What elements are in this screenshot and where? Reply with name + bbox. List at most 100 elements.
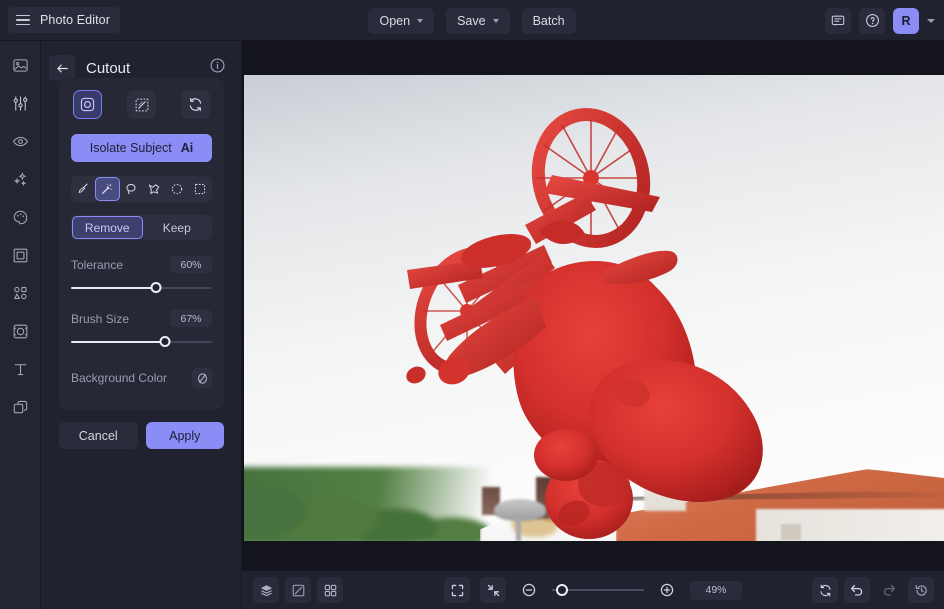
text-icon xyxy=(12,361,29,378)
cutout-icon xyxy=(12,323,29,340)
reset-button[interactable] xyxy=(812,577,838,603)
redo-button[interactable] xyxy=(876,577,902,603)
zoom-slider-knob[interactable] xyxy=(556,584,568,596)
top-bar-right-actions: R xyxy=(825,0,935,41)
comment-button[interactable] xyxy=(825,8,851,34)
help-circle-icon xyxy=(865,13,880,28)
keep-option[interactable]: Keep xyxy=(143,216,212,239)
sidebar-item-retouch[interactable] xyxy=(6,127,34,155)
brush-tool-button[interactable] xyxy=(72,177,95,201)
save-label: Save xyxy=(457,14,486,28)
bottom-bar: 49% xyxy=(242,570,944,609)
selected-subject-overlay xyxy=(244,75,944,541)
help-button[interactable] xyxy=(859,8,885,34)
sidebar-item-frame[interactable] xyxy=(6,241,34,269)
grid-button[interactable] xyxy=(317,577,343,603)
history-button[interactable] xyxy=(908,577,934,603)
sidebar-item-effects[interactable] xyxy=(6,165,34,193)
bottom-left-tools xyxy=(253,577,343,603)
save-button[interactable]: Save xyxy=(446,8,510,34)
zoom-slider[interactable] xyxy=(552,583,644,597)
brush-size-slider[interactable] xyxy=(71,336,212,348)
tolerance-label: Tolerance xyxy=(71,258,123,272)
isolate-subject-button[interactable]: Isolate Subject Ai xyxy=(71,134,212,162)
brush-size-label: Brush Size xyxy=(71,312,129,326)
refresh-icon xyxy=(187,96,204,113)
redo-icon xyxy=(881,582,897,598)
page-title: Cutout xyxy=(86,60,209,77)
ai-badge: Ai xyxy=(181,141,194,155)
background-color-swatch[interactable] xyxy=(192,368,212,388)
zoom-in-button[interactable] xyxy=(654,577,680,603)
rider-arm-right xyxy=(604,251,678,285)
lasso-tool-button[interactable] xyxy=(120,177,143,201)
sidebar-item-shapes[interactable] xyxy=(6,279,34,307)
frame-icon xyxy=(12,247,29,264)
cutout-panel: Cutout xyxy=(41,41,242,609)
zoom-level-value[interactable]: 49% xyxy=(690,581,742,600)
tolerance-knob[interactable] xyxy=(150,282,161,293)
ellipse-select-icon xyxy=(170,182,184,196)
refresh-mode-button[interactable] xyxy=(181,90,210,119)
photo-image xyxy=(244,75,944,541)
sidebar-item-cutout[interactable] xyxy=(6,317,34,345)
remove-option[interactable]: Remove xyxy=(72,216,143,239)
cancel-button[interactable]: Cancel xyxy=(59,422,138,449)
transparency-button[interactable] xyxy=(285,577,311,603)
sidebar-item-adjust[interactable] xyxy=(6,89,34,117)
tolerance-fill xyxy=(71,287,156,289)
layers-copy-icon xyxy=(12,399,29,416)
tolerance-value: 60% xyxy=(170,256,212,273)
magic-wand-icon xyxy=(100,182,114,196)
polygon-lasso-tool-button[interactable] xyxy=(142,177,165,201)
arrow-left-icon xyxy=(55,61,70,76)
app-title: Photo Editor xyxy=(40,13,110,27)
rect-marquee-tool-button[interactable] xyxy=(188,177,211,201)
apply-button[interactable]: Apply xyxy=(146,422,225,449)
tolerance-slider[interactable] xyxy=(71,282,212,294)
sidebar-item-color[interactable] xyxy=(6,203,34,231)
avatar[interactable]: R xyxy=(893,8,919,34)
batch-button[interactable]: Batch xyxy=(522,8,576,34)
panel-actions: Cancel Apply xyxy=(59,422,224,449)
hamburger-icon xyxy=(16,15,30,26)
brush-size-knob[interactable] xyxy=(160,336,171,347)
subject-mode-button[interactable] xyxy=(73,90,102,119)
bottom-right-tools xyxy=(812,577,934,603)
refresh-icon xyxy=(818,583,833,598)
transparency-icon xyxy=(134,97,150,113)
canvas-area[interactable] xyxy=(242,41,944,570)
history-icon xyxy=(914,583,929,598)
photo-editor-window: Photo Editor Open Save Batch xyxy=(0,0,944,609)
cutout-settings-card: Isolate Subject Ai xyxy=(59,78,224,410)
sliders-icon xyxy=(12,95,29,112)
undo-button[interactable] xyxy=(844,577,870,603)
sidebar-item-text[interactable] xyxy=(6,355,34,383)
brush-icon xyxy=(76,182,90,196)
account-chevron-down-icon[interactable] xyxy=(927,19,935,23)
ellipse-select-tool-button[interactable] xyxy=(165,177,188,201)
shapes-icon xyxy=(12,285,29,302)
background-color-row: Background Color xyxy=(71,368,212,388)
batch-label: Batch xyxy=(533,14,565,28)
fit-screen-icon xyxy=(450,583,465,598)
app-menu-button[interactable]: Photo Editor xyxy=(8,7,120,33)
zoom-out-button[interactable] xyxy=(516,577,542,603)
avatar-initial: R xyxy=(901,14,910,28)
layers-button[interactable] xyxy=(253,577,279,603)
chevron-down-icon xyxy=(417,19,423,23)
info-button[interactable] xyxy=(209,57,231,79)
undo-icon xyxy=(849,582,865,598)
sidebar-item-image[interactable] xyxy=(6,51,34,79)
open-button[interactable]: Open xyxy=(368,8,434,34)
brush-size-fill xyxy=(71,341,165,343)
fit-screen-button[interactable] xyxy=(444,577,470,603)
no-color-icon xyxy=(196,372,209,385)
actual-size-button[interactable] xyxy=(480,577,506,603)
magic-wand-tool-button[interactable] xyxy=(95,177,120,201)
transparency-mode-button[interactable] xyxy=(127,90,156,119)
selection-tool-group xyxy=(71,176,212,202)
sidebar-item-layers[interactable] xyxy=(6,393,34,421)
comment-icon xyxy=(831,14,845,28)
background-color-label: Background Color xyxy=(71,371,167,385)
